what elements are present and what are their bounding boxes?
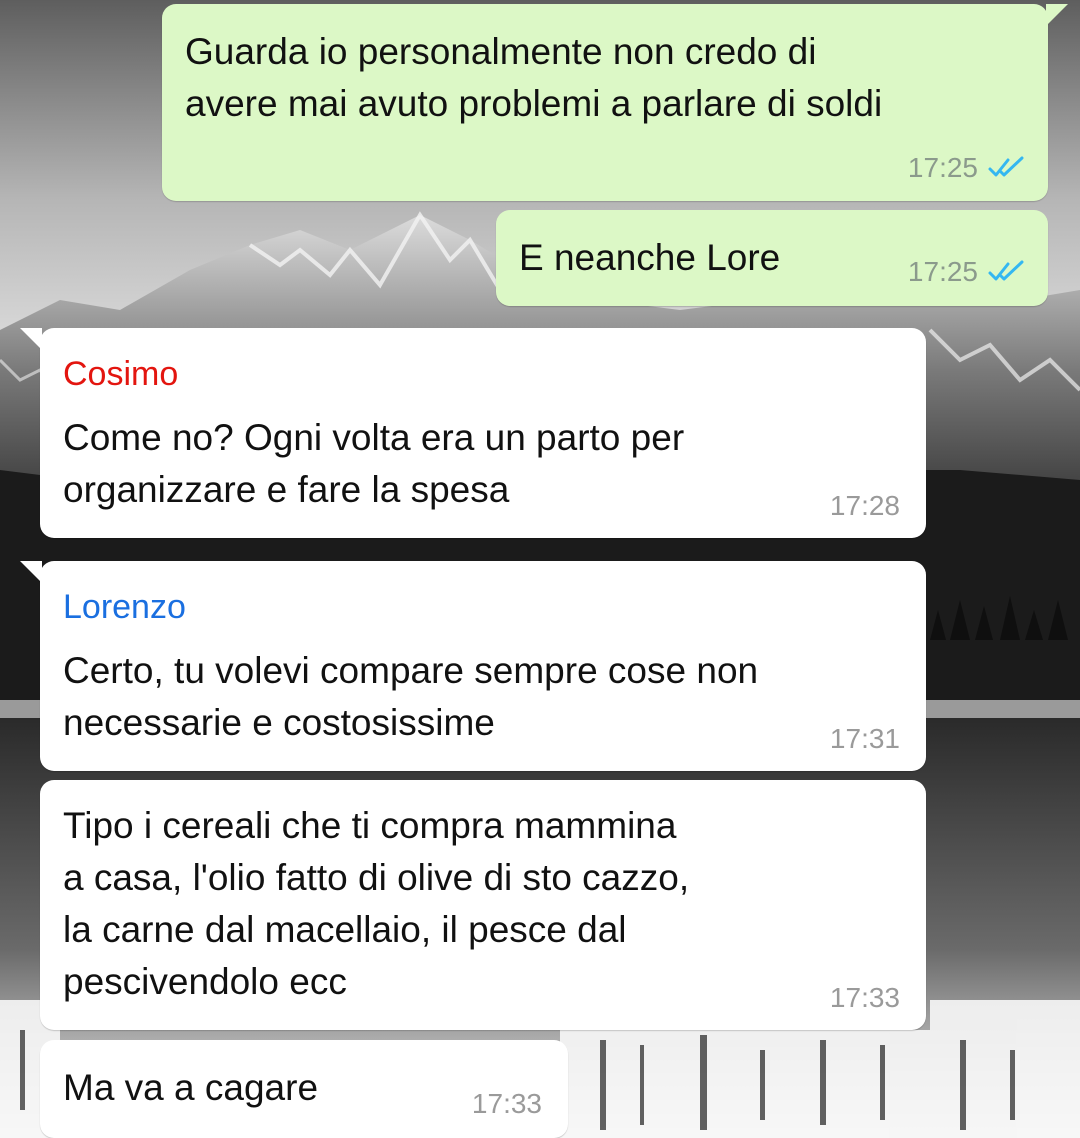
sender-name[interactable]: Lorenzo [63,587,186,627]
message-bubble-incoming[interactable]: Tipo i cereali che ti compra mammina a c… [40,780,926,1030]
message-text-line: necessarie e costosissime [63,702,495,743]
message-time: 17:25 [907,152,978,183]
message-text-line: la carne dal macellaio, il pesce dal [63,909,627,950]
message-text-line: a casa, l'olio fatto di olive di sto caz… [63,857,690,898]
message-text-line: Certo, tu volevi compare sempre cose non [63,650,759,691]
message-meta: 17:33 [830,982,900,1014]
message-bubble-incoming[interactable]: Cosimo Come no? Ogni volta era un parto … [20,328,926,538]
message-time: 17:33 [471,1088,542,1119]
message-time: 17:25 [907,256,978,287]
message-text-line: Tipo i cereali che ti compra mammina [63,805,677,846]
double-check-read-icon [986,156,1026,180]
message-time: 17:33 [829,982,900,1013]
message-meta: 17:25 [908,256,1026,288]
double-check-read-icon [986,260,1026,284]
message-meta: 17:28 [830,490,900,522]
sender-name[interactable]: Cosimo [63,354,178,394]
bubble-tail [1046,4,1068,26]
message-text-line: pescivendolo ecc [63,961,347,1002]
bubble-tail [20,561,42,583]
message-text-line: Come no? Ogni volta era un parto per [63,417,685,458]
message-bubble-outgoing[interactable]: Guarda io personalmente non credo di ave… [162,4,1068,201]
message-time: 17:31 [829,723,900,754]
message-text-line: Ma va a cagare [63,1067,319,1108]
message-meta: 17:33 [472,1088,542,1120]
message-text-line: avere mai avuto problemi a parlare di so… [185,83,883,124]
message-meta: 17:31 [830,723,900,755]
bubble-tail [20,328,42,350]
message-meta: 17:25 [908,152,1026,184]
message-text-line: E neanche Lore [519,237,781,278]
message-text-line: organizzare e fare la spesa [63,469,510,510]
message-bubble-incoming[interactable]: Lorenzo Certo, tu volevi compare sempre … [20,561,926,771]
message-bubble-outgoing[interactable]: E neanche Lore 17:25 [496,210,1048,306]
message-text-line: Guarda io personalmente non credo di [185,31,817,72]
message-bubble-incoming[interactable]: Ma va a cagare 17:33 [40,1040,568,1138]
message-time: 17:28 [829,490,900,521]
